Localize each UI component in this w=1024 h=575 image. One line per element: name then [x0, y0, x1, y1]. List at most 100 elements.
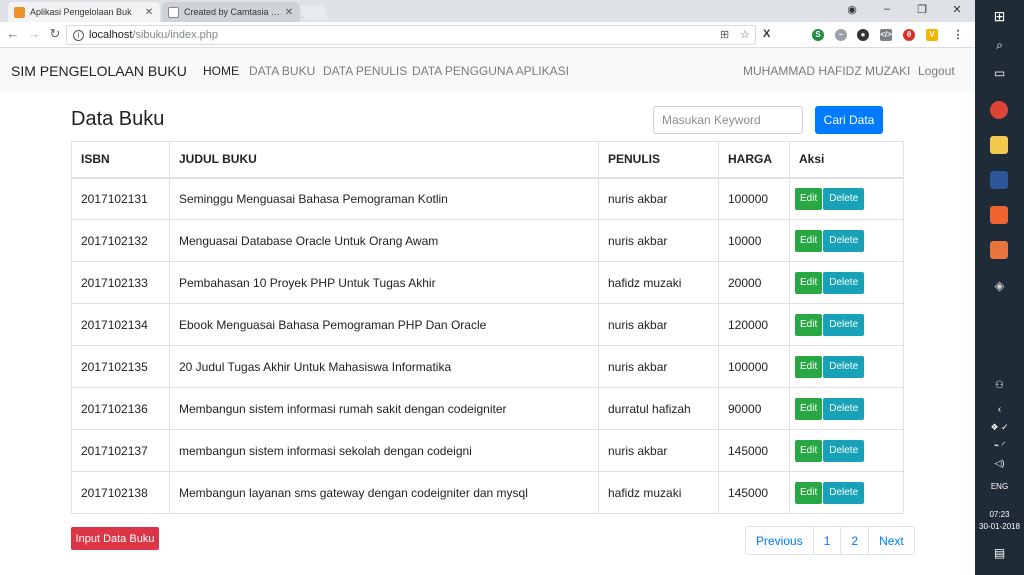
cell-judul: 20 Judul Tugas Akhir Untuk Mahasiswa Inf…	[169, 345, 599, 388]
minimize-icon[interactable]: –	[880, 3, 894, 15]
network-icon[interactable]: ⌁ ◜	[975, 440, 1024, 451]
tab-strip: Aplikasi Pengelolaan Buk ✕ Created by Ca…	[0, 0, 975, 22]
delete-button[interactable]: Delete	[823, 481, 865, 504]
clock-date[interactable]: 30-01-2018	[975, 522, 1024, 531]
nav-data-penulis[interactable]: DATA PENULIS	[323, 64, 407, 78]
edit-button[interactable]: Edit	[795, 187, 823, 210]
cell-harga: 20000	[718, 261, 790, 304]
delete-button[interactable]: Delete	[823, 439, 865, 462]
pagination-next[interactable]: Next	[868, 527, 914, 554]
extension-red-icon[interactable]: θ	[903, 29, 915, 41]
chevron-up-icon[interactable]: ‹	[975, 404, 1024, 415]
table-row: 2017102135 20 Judul Tugas Akhir Untuk Mah…	[71, 345, 904, 388]
search-input[interactable]	[653, 106, 803, 134]
extension-wave-icon[interactable]: ~	[835, 29, 847, 41]
notification-icon[interactable]: ▤	[975, 546, 1024, 560]
nav-data-pengguna[interactable]: DATA PENGGUNA APLIKASI	[412, 64, 569, 78]
edit-button[interactable]: Edit	[795, 229, 823, 252]
nav-data-buku[interactable]: DATA BUKU	[249, 64, 315, 78]
column-header-harga: HARGA	[718, 141, 790, 179]
sublime-icon[interactable]	[990, 241, 1008, 259]
web-page: SIM PENGELOLAAN BUKU HOME DATA BUKU DATA…	[0, 48, 975, 575]
cell-judul: Menguasai Database Oracle Untuk Orang Aw…	[169, 219, 599, 262]
extension-x-icon[interactable]: X	[763, 28, 770, 40]
cell-actions: Edit Delete	[789, 177, 904, 220]
delete-button[interactable]: Delete	[823, 229, 865, 252]
word-icon[interactable]	[990, 171, 1008, 189]
cell-penulis: nuris akbar	[598, 345, 719, 388]
nav-user-name[interactable]: MUHAMMAD HAFIDZ MUZAKI	[743, 64, 910, 78]
cell-judul: Membangun sistem informasi rumah sakit d…	[169, 387, 599, 430]
translate-icon[interactable]: ⊞	[720, 28, 729, 41]
file-explorer-icon[interactable]	[990, 136, 1008, 154]
language-indicator[interactable]: ENG	[975, 482, 1024, 491]
task-view-icon[interactable]: ▭	[975, 66, 1024, 80]
tray-icons[interactable]: ❖ ✓	[975, 422, 1024, 433]
new-tab-button[interactable]	[299, 5, 329, 20]
pagination-page-1[interactable]: 1	[812, 527, 841, 554]
delete-button[interactable]: Delete	[823, 313, 865, 336]
cell-isbn: 2017102131	[71, 177, 170, 220]
bookmark-star-icon[interactable]: ☆	[740, 28, 750, 41]
search-button[interactable]: Cari Data	[815, 106, 883, 134]
cell-actions: Edit Delete	[789, 471, 904, 514]
edit-button[interactable]: Edit	[795, 397, 823, 420]
cell-isbn: 2017102134	[71, 303, 170, 346]
address-bar[interactable]: i localhost /sibuku/index.php	[66, 25, 756, 45]
menu-dots-icon[interactable]: ⋮	[952, 29, 964, 41]
edit-button[interactable]: Edit	[795, 271, 823, 294]
navbar-brand[interactable]: SIM PENGELOLAAN BUKU	[11, 63, 187, 79]
restore-icon[interactable]: ❐	[915, 3, 929, 16]
edit-button[interactable]: Edit	[795, 439, 823, 462]
edit-button[interactable]: Edit	[795, 313, 823, 336]
edit-button[interactable]: Edit	[795, 481, 823, 504]
windows-start-icon[interactable]: ⊞	[975, 8, 1024, 25]
cell-harga: 120000	[718, 303, 790, 346]
cell-actions: Edit Delete	[789, 387, 904, 430]
people-icon[interactable]: ⚇	[975, 380, 1024, 391]
cell-penulis: nuris akbar	[598, 177, 719, 220]
edit-button[interactable]: Edit	[795, 355, 823, 378]
profile-icon[interactable]: ◉	[845, 3, 859, 16]
volume-icon[interactable]: ◁)	[975, 458, 1024, 469]
chrome-icon[interactable]	[990, 101, 1008, 119]
extension-s-icon[interactable]: S	[812, 29, 824, 41]
table-row: 2017102137 membangun sistem informasi sek…	[71, 429, 904, 472]
nav-home[interactable]: HOME	[203, 64, 239, 78]
tab-camtasia[interactable]: Created by Camtasia Stu ✕	[162, 2, 300, 22]
extension-dark-icon[interactable]: ●	[857, 29, 869, 41]
delete-button[interactable]: Delete	[823, 355, 865, 378]
info-icon[interactable]: i	[73, 29, 84, 41]
reload-icon[interactable]: ↻	[48, 27, 62, 41]
close-icon[interactable]: ✕	[144, 7, 154, 18]
cell-isbn: 2017102138	[71, 471, 170, 514]
forward-icon[interactable]: →	[27, 27, 41, 41]
close-icon[interactable]: ✕	[284, 7, 294, 18]
cell-actions: Edit Delete	[789, 261, 904, 304]
delete-button[interactable]: Delete	[823, 397, 865, 420]
app-favicon-icon	[14, 6, 25, 18]
close-window-icon[interactable]: ✕	[950, 3, 964, 16]
app-diamond-icon[interactable]: ◈	[975, 278, 1024, 294]
delete-button[interactable]: Delete	[823, 271, 865, 294]
pagination-previous[interactable]: Previous	[746, 527, 813, 554]
tab-aplikasi[interactable]: Aplikasi Pengelolaan Buk ✕	[8, 2, 160, 22]
cell-actions: Edit Delete	[789, 345, 904, 388]
xampp-icon[interactable]	[990, 206, 1008, 224]
pagination-page-2[interactable]: 2	[840, 527, 868, 554]
page-favicon-icon	[168, 6, 179, 18]
cell-actions: Edit Delete	[789, 219, 904, 262]
input-book-button[interactable]: Input Data Buku	[71, 527, 159, 550]
cell-isbn: 2017102133	[71, 261, 170, 304]
extension-code-icon[interactable]: </>	[880, 29, 892, 41]
extension-v-icon[interactable]: V	[926, 29, 938, 41]
back-icon[interactable]: ←	[6, 27, 20, 41]
delete-button[interactable]: Delete	[823, 187, 865, 210]
cell-harga: 100000	[718, 345, 790, 388]
cell-actions: Edit Delete	[789, 429, 904, 472]
search-icon[interactable]: ⌕	[975, 38, 1024, 53]
cell-penulis: hafidz muzaki	[598, 261, 719, 304]
clock-time[interactable]: 07:23	[975, 510, 1024, 519]
column-header-judul: JUDUL BUKU	[169, 141, 599, 179]
nav-logout[interactable]: Logout	[918, 64, 955, 78]
